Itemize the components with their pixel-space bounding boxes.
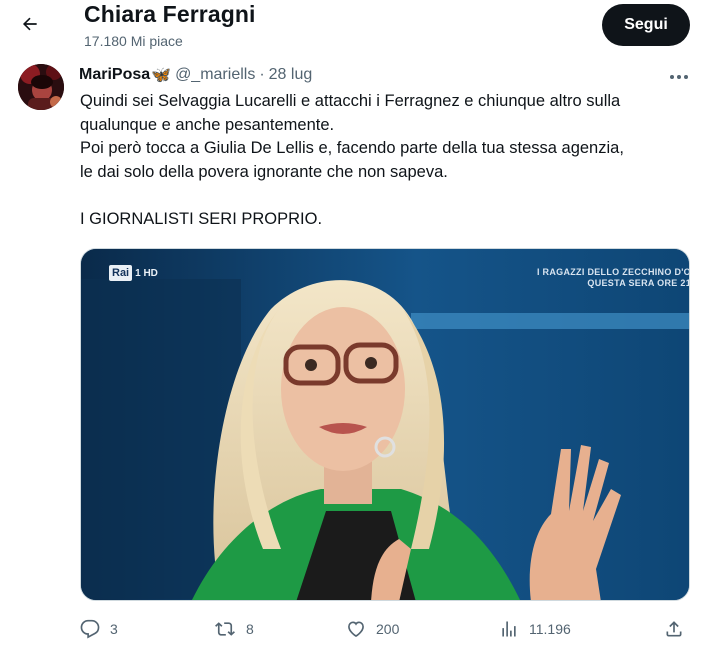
promo-line-2: QUESTA SERA ORE 21 [587, 278, 690, 288]
tv-promo-text: I RAGAZZI DELLO ZECCHINO D'O QUESTA SERA… [536, 267, 690, 289]
repost-button[interactable]: 8 [214, 616, 254, 642]
rai-logo-text: Rai [109, 265, 133, 281]
more-horizontal-icon [669, 67, 689, 85]
reply-icon [80, 619, 100, 639]
tweet-text-line: I GIORNALISTI SERI PROPRIO. [80, 209, 323, 228]
author-avatar[interactable] [18, 64, 64, 110]
tweet-action-bar: 3 8 200 11.196 [0, 612, 712, 646]
tweet-author-line: MariPosa 🦋 @_mariells · 28 lug [79, 64, 312, 86]
rai-channel-logo: Rai 1 HD [109, 265, 158, 281]
views-count: 11.196 [529, 621, 571, 637]
tweet-text-line: le dai solo della povera ignorante che n… [80, 162, 448, 181]
tweet-text-line: Poi però tocca a Giulia De Lellis e, fac… [80, 139, 624, 157]
reply-button[interactable]: 3 [80, 616, 118, 642]
tweet-text: Quindi sei Selvaggia Lucarelli e attacch… [80, 90, 690, 231]
separator-dot: · [259, 66, 265, 83]
views-icon [499, 619, 519, 639]
back-button[interactable] [12, 8, 48, 44]
share-button[interactable] [664, 616, 684, 642]
like-button[interactable]: 200 [346, 616, 399, 642]
rai-channel-number: 1 HD [135, 267, 158, 279]
reply-count: 3 [110, 621, 118, 637]
more-options-button[interactable] [664, 66, 694, 86]
follow-button[interactable]: Segui [602, 4, 690, 46]
likes-count: 17.180 Mi piace [84, 33, 183, 49]
author-handle[interactable]: @_mariells [175, 66, 255, 84]
tweet-text-blank-line [80, 184, 690, 208]
tv-still-illustration [81, 249, 689, 600]
tweet-text-line: qualunque e anche pesantemente. [80, 115, 335, 134]
repost-icon [214, 619, 236, 639]
tweet-text-line: Quindi sei Selvaggia Lucarelli e attacch… [80, 92, 621, 110]
heart-icon [346, 619, 366, 639]
repost-count: 8 [246, 621, 254, 637]
like-count: 200 [376, 621, 400, 637]
profile-header: Chiara Ferragni 17.180 Mi piace Segui [0, 0, 712, 56]
arrow-left-icon [20, 14, 40, 39]
share-icon [664, 619, 684, 639]
profile-name-title: Chiara Ferragni [84, 1, 256, 27]
tweet-media-image[interactable]: Rai 1 HD I RAGAZZI DELLO ZECCHINO D'O QU… [80, 248, 690, 601]
butterfly-emoji: 🦋 [151, 67, 172, 84]
tweet-date[interactable]: 28 lug [269, 66, 313, 84]
promo-line-1: I RAGAZZI DELLO ZECCHINO D'O [536, 267, 690, 277]
views-button[interactable]: 11.196 [499, 616, 571, 642]
author-name[interactable]: MariPosa [79, 66, 150, 84]
